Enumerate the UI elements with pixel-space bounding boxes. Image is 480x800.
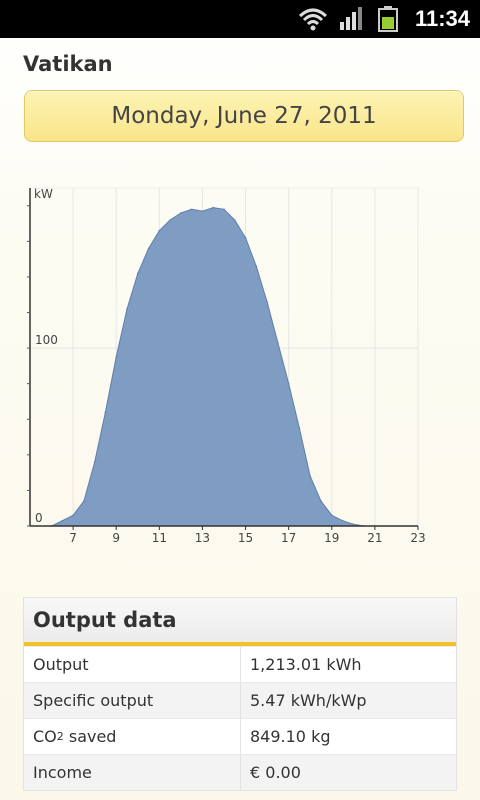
data-point bbox=[72, 514, 74, 517]
battery-icon bbox=[378, 6, 398, 32]
output-data-title: Output data bbox=[24, 598, 456, 646]
row-value-specific-output: 5.47 kWh/kWp bbox=[250, 691, 367, 710]
table-row: Income € 0.00 bbox=[24, 754, 456, 790]
row-value-income: € 0.00 bbox=[250, 763, 301, 782]
row-value-output: 1,213.01 kWh bbox=[250, 655, 362, 674]
co2-label-main: CO bbox=[33, 727, 57, 746]
row-label-income: Income bbox=[24, 755, 241, 790]
output-data-panel: Output data Output 1,213.01 kWh Specific… bbox=[23, 597, 457, 791]
x-tick-label: 15 bbox=[238, 531, 253, 545]
row-label-output: Output bbox=[24, 647, 241, 682]
date-selector[interactable]: Monday, June 27, 2011 bbox=[24, 90, 464, 142]
area-series bbox=[51, 207, 365, 527]
data-point bbox=[298, 427, 301, 429]
co2-label-rest: saved bbox=[63, 727, 117, 746]
y-axis-label: kW bbox=[34, 187, 53, 201]
table-row: CO 2 saved 849.10 kg bbox=[24, 718, 456, 754]
data-point bbox=[61, 519, 64, 522]
x-tick-label: 21 bbox=[367, 531, 382, 545]
power-chart-svg: 7 9 11 13 15 17 19 21 23 0 100 kW bbox=[27, 187, 426, 545]
data-point bbox=[330, 514, 333, 517]
data-point bbox=[244, 237, 247, 239]
row-value-co2-saved: 849.10 kg bbox=[250, 727, 331, 746]
x-tick-label: 7 bbox=[69, 531, 77, 545]
power-chart: 7 9 11 13 15 17 19 21 23 0 100 kW bbox=[0, 180, 480, 550]
data-point bbox=[115, 356, 118, 358]
data-point bbox=[180, 212, 182, 214]
plant-name: Vatikan bbox=[23, 52, 113, 76]
wifi-icon bbox=[298, 8, 328, 31]
row-label-co2-saved: CO 2 saved bbox=[24, 719, 241, 754]
data-point bbox=[169, 219, 171, 221]
x-tick-label: 17 bbox=[281, 531, 296, 545]
signal-icon bbox=[340, 7, 362, 30]
co2-label-sub: 2 bbox=[56, 730, 64, 743]
x-tick-label: 23 bbox=[410, 531, 425, 545]
data-point bbox=[341, 519, 344, 522]
x-tick-label: 11 bbox=[152, 531, 167, 545]
table-row: Specific output 5.47 kWh/kWp bbox=[24, 682, 456, 718]
data-point bbox=[190, 208, 193, 211]
data-point bbox=[104, 411, 107, 413]
x-tick-label: 19 bbox=[324, 531, 339, 545]
data-point bbox=[287, 382, 290, 385]
data-point bbox=[212, 206, 215, 209]
data-point bbox=[320, 500, 322, 502]
data-point bbox=[352, 523, 355, 526]
data-point bbox=[233, 219, 236, 221]
data-point bbox=[309, 475, 312, 477]
data-point bbox=[126, 308, 128, 310]
status-bar: 11:34 bbox=[0, 0, 480, 38]
data-point bbox=[93, 461, 96, 463]
y-tick-label: 100 bbox=[35, 333, 58, 347]
x-tick-label: 9 bbox=[112, 531, 120, 545]
y-tick-label: 0 bbox=[35, 511, 43, 525]
data-point bbox=[136, 272, 139, 275]
data-point bbox=[255, 265, 258, 268]
data-point bbox=[223, 208, 225, 211]
data-point bbox=[201, 210, 204, 212]
data-point bbox=[147, 247, 150, 250]
data-point bbox=[266, 301, 268, 303]
data-point bbox=[83, 500, 85, 502]
row-label-specific-output: Specific output bbox=[24, 683, 241, 718]
date-label: Monday, June 27, 2011 bbox=[111, 103, 377, 129]
clock: 11:34 bbox=[414, 6, 470, 31]
x-tick-label: 13 bbox=[195, 531, 210, 545]
data-point bbox=[277, 341, 279, 344]
table-row: Output 1,213.01 kWh bbox=[24, 646, 456, 682]
data-point bbox=[158, 229, 161, 232]
